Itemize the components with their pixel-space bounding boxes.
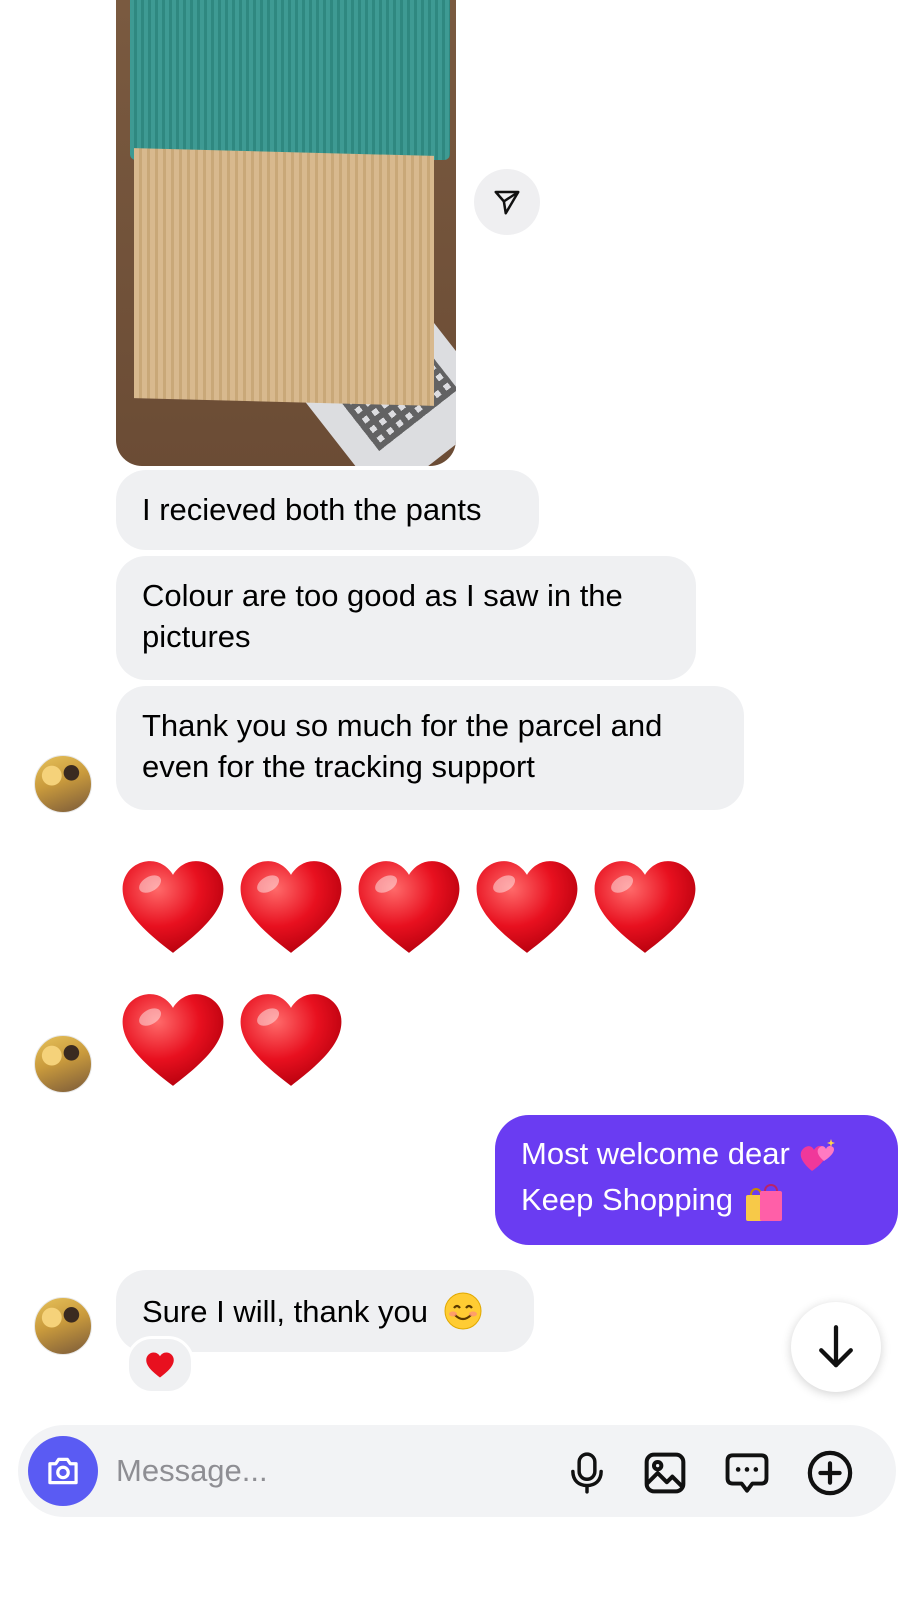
- heart-emoji-row[interactable]: [118, 985, 346, 1095]
- incoming-message[interactable]: I recieved both the pants: [116, 470, 539, 550]
- red-heart-icon: [122, 861, 224, 953]
- avatar[interactable]: [34, 755, 92, 813]
- red-heart-icon: [122, 994, 224, 1086]
- incoming-message[interactable]: Colour are too good as I saw in the pict…: [116, 556, 696, 680]
- avatar[interactable]: [34, 1297, 92, 1355]
- shopping-bags-icon: [745, 1183, 782, 1221]
- mic-icon: [571, 1452, 603, 1494]
- camera-icon: [48, 1457, 78, 1485]
- message-reaction[interactable]: [126, 1336, 194, 1394]
- share-icon: [494, 190, 520, 215]
- reply-line-2: Keep Shopping: [521, 1182, 734, 1217]
- heart-emoji-row[interactable]: [118, 852, 700, 962]
- smiling-face-icon: [444, 1292, 482, 1330]
- reply-line-1: Most welcome dear: [521, 1136, 790, 1171]
- photo-beige-pants: [134, 148, 434, 406]
- camera-button[interactable]: [28, 1436, 98, 1506]
- red-heart-icon: [476, 861, 578, 953]
- sticker-icon: [725, 1453, 769, 1493]
- incoming-message[interactable]: Thank you so much for the parcel and eve…: [116, 686, 744, 810]
- message-text: Sure I will, thank you: [142, 1294, 429, 1329]
- gallery-icon: [644, 1452, 686, 1494]
- sticker-button[interactable]: [722, 1448, 772, 1498]
- scroll-to-bottom-button[interactable]: [791, 1302, 881, 1392]
- red-heart-icon: [358, 861, 460, 953]
- red-heart-icon: [594, 861, 696, 953]
- outgoing-message[interactable]: Most welcome dear Keep Shopping: [495, 1115, 898, 1245]
- avatar[interactable]: [34, 1035, 92, 1093]
- red-heart-icon: [240, 994, 342, 1086]
- more-options-button[interactable]: [805, 1448, 855, 1498]
- photo-teal-pants: [130, 0, 450, 160]
- share-button[interactable]: [474, 169, 540, 235]
- shared-photo[interactable]: [116, 0, 456, 466]
- sparkling-hearts-icon: [801, 1138, 836, 1171]
- message-input[interactable]: [116, 1446, 536, 1496]
- plus-icon: [807, 1450, 853, 1496]
- voice-message-button[interactable]: [562, 1448, 612, 1498]
- heart-reaction-icon: [146, 1352, 174, 1378]
- red-heart-icon: [240, 861, 342, 953]
- arrow-down-icon: [819, 1325, 853, 1368]
- gallery-button[interactable]: [640, 1448, 690, 1498]
